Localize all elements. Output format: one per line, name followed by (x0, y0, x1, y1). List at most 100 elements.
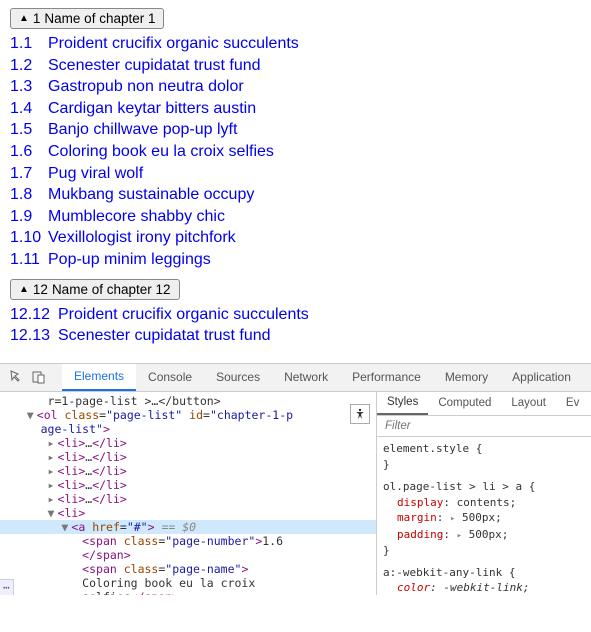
dom-node[interactable]: r=1-page-list >…</button> (0, 394, 376, 408)
page-name: Pug viral wolf (48, 163, 143, 185)
dom-node[interactable]: ▸<li>…</li> (0, 464, 376, 478)
chapter-label: Name of chapter 1 (44, 11, 155, 26)
list-item: 12.13Scenester cupidatat trust fund (10, 325, 581, 347)
dom-node[interactable]: Coloring book eu la croix (0, 576, 376, 590)
page-link[interactable]: 1.11Pop-up minim leggings (10, 249, 581, 271)
dom-node[interactable]: ▸<li>…</li> (0, 492, 376, 506)
page-name: Scenester cupidatat trust fund (58, 325, 271, 347)
devtools-tab-elements[interactable]: Elements (62, 364, 136, 391)
chapter-toggle-1[interactable]: ▲ 1 Name of chapter 1 (10, 8, 164, 29)
styles-filter-input[interactable] (377, 416, 591, 436)
css-rule[interactable]: element.style {} (383, 441, 585, 473)
css-rule[interactable]: a:-webkit-any-link {color: -webkit-link;… (383, 565, 585, 595)
page-link[interactable]: 1.3Gastropub non neutra dolor (10, 76, 581, 98)
page-name: Mumblecore shabby chic (48, 206, 225, 228)
devtools-tab-application[interactable]: Application (500, 364, 583, 391)
page-name: Proident crucifix organic succulents (58, 304, 309, 326)
page-link[interactable]: 1.7Pug viral wolf (10, 163, 581, 185)
page-number: 1.7 (10, 163, 48, 185)
page-link[interactable]: 1.4Cardigan keytar bitters austin (10, 98, 581, 120)
page-name: Vexillologist irony pitchfork (48, 227, 236, 249)
chapter-num: 1 (33, 11, 41, 26)
page-number: 1.8 (10, 184, 48, 206)
styles-tab-bar: StylesComputedLayoutEv (377, 392, 591, 416)
triangle-up-icon: ▲ (19, 284, 29, 295)
list-item: 1.8Mukbang sustainable occupy (10, 184, 581, 206)
list-item: 1.11Pop-up minim leggings (10, 249, 581, 271)
page-link[interactable]: 12.12Proident crucifix organic succulent… (10, 304, 581, 326)
list-item: 12.12Proident crucifix organic succulent… (10, 304, 581, 326)
list-item: 1.9Mumblecore shabby chic (10, 206, 581, 228)
styles-rules[interactable]: element.style {} ol.page-list > li > a {d… (377, 437, 591, 595)
device-toggle-icon[interactable] (28, 366, 50, 388)
styles-filter (377, 416, 591, 437)
page-number: 1.4 (10, 98, 48, 120)
list-item: 1.4Cardigan keytar bitters austin (10, 98, 581, 120)
styles-tab-computed[interactable]: Computed (428, 392, 501, 415)
page-number: 1.9 (10, 206, 48, 228)
devtools-tab-network[interactable]: Network (272, 364, 340, 391)
styles-tab-styles[interactable]: Styles (377, 392, 428, 415)
page-name: Mukbang sustainable occupy (48, 184, 254, 206)
devtools-body: r=1-page-list >…</button> ▼<ol class="pa… (0, 392, 591, 595)
chapter-num: 12 (33, 282, 48, 297)
dom-tree-panel[interactable]: r=1-page-list >…</button> ▼<ol class="pa… (0, 392, 376, 595)
page-list-12: 12.12Proident crucifix organic succulent… (10, 304, 581, 347)
dom-node[interactable]: ▸<li>…</li> (0, 478, 376, 492)
page-link[interactable]: 1.10Vexillologist irony pitchfork (10, 227, 581, 249)
devtools-tab-console[interactable]: Console (136, 364, 204, 391)
dom-node[interactable]: <span class="page-number">1.6 (0, 534, 376, 548)
devtools-tab-memory[interactable]: Memory (433, 364, 500, 391)
page-name: Gastropub non neutra dolor (48, 76, 244, 98)
page-link[interactable]: 1.2Scenester cupidatat trust fund (10, 55, 581, 77)
styles-panel: StylesComputedLayoutEv element.style {} o… (376, 392, 591, 595)
chapter-toggle-12[interactable]: ▲ 12 Name of chapter 12 (10, 279, 180, 300)
dom-node[interactable]: <span class="page-name"> (0, 562, 376, 576)
page-number: 1.11 (10, 249, 48, 271)
accessibility-icon[interactable] (350, 404, 370, 424)
list-item: 1.2Scenester cupidatat trust fund (10, 55, 581, 77)
page-number: 1.5 (10, 119, 48, 141)
page-link[interactable]: 1.8Mukbang sustainable occupy (10, 184, 581, 206)
css-rule[interactable]: ol.page-list > li > a {display: contents… (383, 479, 585, 559)
list-item: 1.7Pug viral wolf (10, 163, 581, 185)
dom-node[interactable]: ▼<a href="#"> == $0 (0, 520, 376, 534)
page-number: 1.1 (10, 33, 48, 55)
styles-tab-ev[interactable]: Ev (556, 392, 589, 415)
dom-node[interactable]: selfies</span> (0, 590, 376, 595)
devtools-tab-sources[interactable]: Sources (204, 364, 272, 391)
list-item: 1.1Proident crucifix organic succulents (10, 33, 581, 55)
list-item: 1.3Gastropub non neutra dolor (10, 76, 581, 98)
triangle-up-icon: ▲ (19, 13, 29, 24)
page-link[interactable]: 12.13Scenester cupidatat trust fund (10, 325, 581, 347)
dom-node[interactable]: ▸<li>…</li> (0, 436, 376, 450)
page-link[interactable]: 1.5Banjo chillwave pop-up lyft (10, 119, 581, 141)
dom-node[interactable]: ▸<li>…</li> (0, 450, 376, 464)
page-number: 1.10 (10, 227, 48, 249)
breadcrumb-overflow[interactable]: ⋯ (0, 579, 14, 595)
page-name: Banjo chillwave pop-up lyft (48, 119, 237, 141)
dom-node[interactable]: age-list"> (0, 422, 376, 436)
dom-node[interactable]: ▼<ol class="page-list" id="chapter-1-p (0, 408, 376, 422)
list-item: 1.10Vexillologist irony pitchfork (10, 227, 581, 249)
inspect-icon[interactable] (6, 366, 28, 388)
page-link[interactable]: 1.1Proident crucifix organic succulents (10, 33, 581, 55)
styles-tab-layout[interactable]: Layout (501, 392, 556, 415)
page-number: 1.6 (10, 141, 48, 163)
page-name: Scenester cupidatat trust fund (48, 55, 261, 77)
page-list-1: 1.1Proident crucifix organic succulents1… (10, 33, 581, 271)
page-number: 12.13 (10, 325, 58, 347)
devtools-panel: ElementsConsoleSourcesNetworkPerformance… (0, 363, 591, 595)
dom-node[interactable]: ▼<li> (0, 506, 376, 520)
devtools-tab-bar: ElementsConsoleSourcesNetworkPerformance… (0, 364, 591, 392)
page-link[interactable]: 1.6Coloring book eu la croix selfies (10, 141, 581, 163)
page-number: 1.2 (10, 55, 48, 77)
page-name: Pop-up minim leggings (48, 249, 211, 271)
dom-node[interactable]: </span> (0, 548, 376, 562)
page-link[interactable]: 1.9Mumblecore shabby chic (10, 206, 581, 228)
devtools-tab-performance[interactable]: Performance (340, 364, 433, 391)
page-number: 12.12 (10, 304, 58, 326)
page-name: Coloring book eu la croix selfies (48, 141, 274, 163)
chapter-label: Name of chapter 12 (52, 282, 171, 297)
page-name: Proident crucifix organic succulents (48, 33, 299, 55)
